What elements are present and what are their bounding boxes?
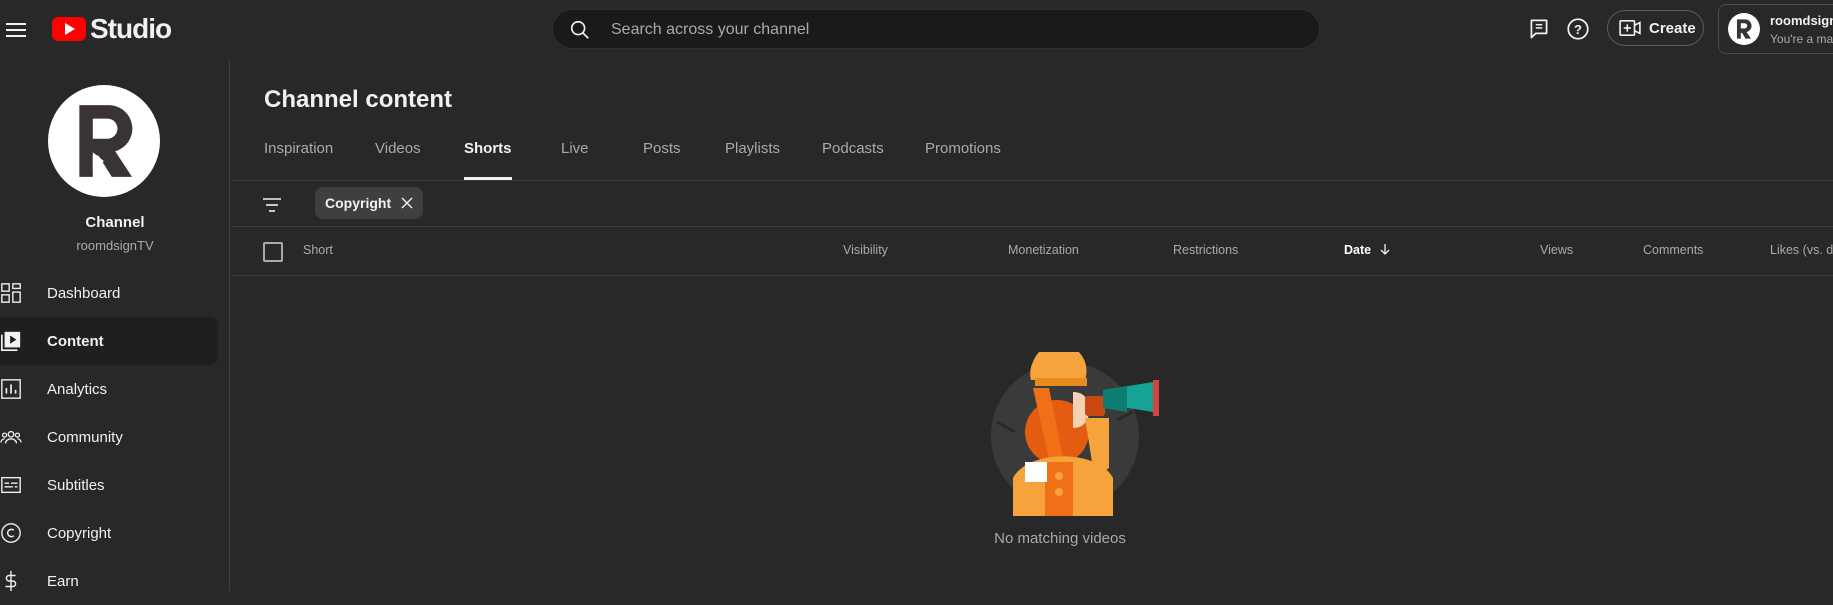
account-name: roomdsignTV <box>1770 13 1833 28</box>
sidebar-item-label: Subtitles <box>47 476 105 494</box>
empty-state-message: No matching videos <box>994 530 1126 547</box>
channel-handle: roomdsignTV <box>76 238 154 253</box>
column-header-date[interactable]: Date <box>1344 243 1391 257</box>
sidebar-item-earn[interactable]: Earn <box>0 557 218 605</box>
copyright-icon <box>1 523 21 543</box>
account-switcher[interactable]: roomdsignTV You're a manager <box>1718 4 1833 54</box>
account-subtitle: You're a manager <box>1770 32 1833 46</box>
column-header-likes: Likes (vs. dislikes) <box>1770 243 1833 257</box>
subtitles-icon <box>1 476 21 494</box>
content-icon <box>1 331 21 351</box>
studio-logo[interactable]: Studio <box>52 13 172 44</box>
tab-shorts[interactable]: Shorts <box>464 140 512 180</box>
sidebar-item-community[interactable]: Community <box>0 413 218 461</box>
column-header-monetization: Monetization <box>1008 243 1079 257</box>
header-divider <box>231 275 1833 276</box>
community-icon <box>0 430 22 444</box>
create-button[interactable]: Create <box>1607 10 1704 46</box>
youtube-logo-icon <box>52 17 86 41</box>
sidebar-item-analytics[interactable]: Analytics <box>0 365 218 413</box>
sidebar-item-dashboard[interactable]: Dashboard <box>0 269 218 317</box>
column-header-views: Views <box>1540 243 1574 257</box>
search-input[interactable] <box>609 10 1293 50</box>
tab-podcasts[interactable]: Podcasts <box>822 140 884 180</box>
sidebar-item-label: Content <box>47 332 104 350</box>
sidebar-item-label: Analytics <box>47 380 108 398</box>
sidebar-item-label: Copyright <box>47 524 112 542</box>
feedback-icon[interactable] <box>1526 16 1552 42</box>
sidebar-item-content[interactable]: Content <box>0 317 218 365</box>
search-bar[interactable] <box>552 9 1320 50</box>
close-icon[interactable] <box>401 197 413 209</box>
filter-divider <box>231 226 1833 227</box>
analytics-icon <box>1 379 21 399</box>
tab-playlists[interactable]: Playlists <box>725 140 780 180</box>
empty-state-illustration <box>985 343 1165 516</box>
create-button-label: Create <box>1649 19 1696 37</box>
create-video-icon <box>1619 19 1641 37</box>
sidebar: Channel roomdsignTV Dashboard Content An… <box>0 60 230 592</box>
sidebar-item-copyright[interactable]: Copyright <box>0 509 218 557</box>
channel-title: Channel <box>85 214 145 231</box>
sidebar-item-label: Dashboard <box>47 284 121 302</box>
tab-posts[interactable]: Posts <box>643 140 681 180</box>
column-header-short: Short <box>303 243 333 257</box>
column-header-date-label: Date <box>1344 243 1372 257</box>
sort-arrow-down-icon <box>1380 244 1390 255</box>
tab-live[interactable]: Live <box>561 140 589 180</box>
sidebar-item-label: Earn <box>47 572 79 590</box>
filter-icon[interactable] <box>260 193 284 217</box>
sidebar-item-label: Community <box>47 428 123 446</box>
tabs-divider <box>231 180 1833 181</box>
column-header-restrictions: Restrictions <box>1173 243 1239 257</box>
filter-chip-label: Copyright <box>325 195 392 211</box>
search-icon <box>570 20 589 39</box>
tab-promotions[interactable]: Promotions <box>925 140 1001 180</box>
logo-text: Studio <box>90 13 172 44</box>
svg-text:?: ? <box>1574 22 1582 37</box>
account-avatar <box>1728 13 1760 45</box>
dashboard-icon <box>1 283 21 303</box>
filter-chip-copyright[interactable]: Copyright <box>315 187 424 219</box>
channel-avatar[interactable] <box>48 85 160 197</box>
select-all-checkbox[interactable] <box>263 242 283 262</box>
sidebar-item-subtitles[interactable]: Subtitles <box>0 461 218 509</box>
earn-icon <box>5 570 17 592</box>
page-title: Channel content <box>264 86 453 113</box>
help-icon[interactable]: ? <box>1565 16 1591 42</box>
column-header-comments: Comments <box>1643 243 1704 257</box>
menu-icon[interactable] <box>4 17 30 43</box>
tab-inspiration[interactable]: Inspiration <box>264 140 333 180</box>
top-bar: Studio ? Create <box>0 0 1833 60</box>
tab-videos[interactable]: Videos <box>375 140 421 180</box>
column-header-visibility: Visibility <box>843 243 888 257</box>
